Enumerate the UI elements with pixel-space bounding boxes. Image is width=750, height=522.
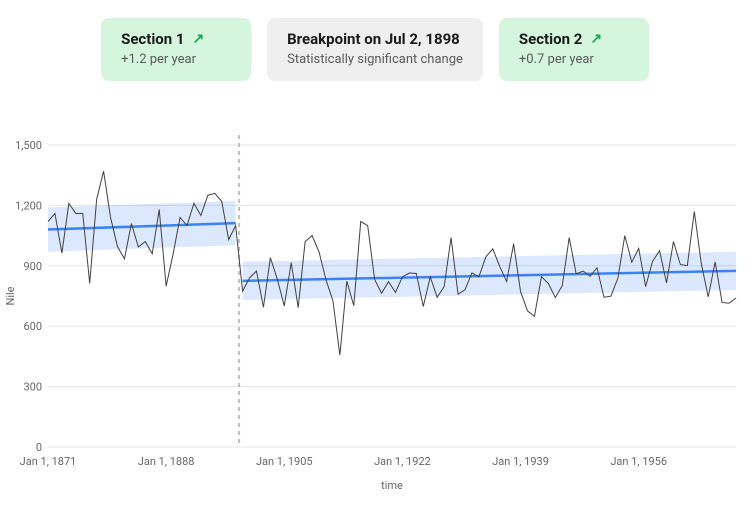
- trend-up-icon: ↗: [590, 32, 602, 46]
- x-tick: Jan 1, 1956: [610, 455, 667, 468]
- section2-card: Section 2 ↗ +0.7 per year: [499, 18, 649, 81]
- section1-sub: +1.2 per year: [121, 52, 231, 67]
- y-tick: 1,500: [15, 139, 42, 152]
- x-tick: Jan 1, 1939: [492, 455, 549, 468]
- trend-up-icon: ↗: [193, 32, 205, 46]
- section2-title: Section 2: [519, 30, 582, 48]
- y-tick: 600: [23, 320, 42, 333]
- y-tick: 1,200: [15, 199, 42, 212]
- section1-title: Section 1: [121, 30, 184, 48]
- section1-card: Section 1 ↗ +1.2 per year: [101, 18, 251, 81]
- x-tick: Jan 1, 1905: [256, 455, 313, 468]
- section2-sub: +0.7 per year: [519, 52, 629, 67]
- breakpoint-sub: Statistically significant change: [287, 52, 463, 67]
- x-tick: Jan 1, 1888: [138, 455, 195, 468]
- y-tick: 300: [23, 381, 42, 394]
- breakpoint-title: Breakpoint on Jul 2, 1898: [287, 30, 460, 48]
- summary-cards: Section 1 ↗ +1.2 per year Breakpoint on …: [0, 0, 750, 89]
- chart: 0 300 600 900 1,200 1,500 Jan 1, 1871 Jan 1, 18…: [0, 89, 750, 499]
- x-axis-label: time: [381, 479, 403, 492]
- x-tick: Jan 1, 1871: [20, 455, 77, 468]
- y-tick: 900: [23, 260, 42, 273]
- y-tick: 0: [36, 441, 42, 454]
- breakpoint-card: Breakpoint on Jul 2, 1898 Statistically …: [267, 18, 483, 81]
- x-tick: Jan 1, 1922: [374, 455, 431, 468]
- y-axis-label: Nile: [4, 286, 17, 305]
